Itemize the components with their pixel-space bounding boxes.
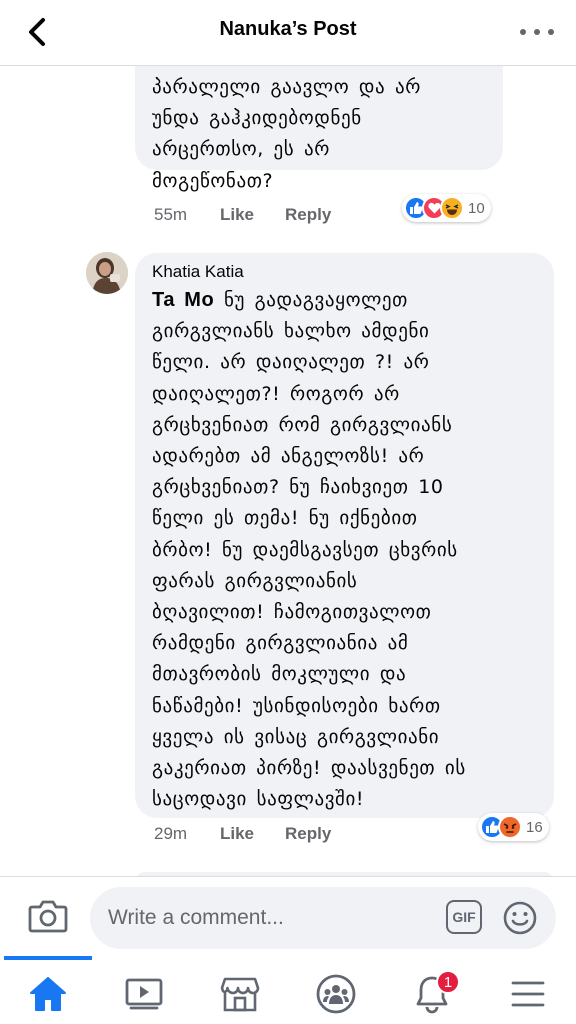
tab-marketplace[interactable]	[192, 966, 288, 1022]
dot-icon	[548, 29, 554, 35]
active-tab-indicator	[4, 956, 92, 960]
dot-icon	[534, 29, 540, 35]
home-icon	[30, 977, 66, 1011]
gif-button[interactable]: GIF	[446, 900, 482, 934]
groups-icon	[316, 974, 356, 1014]
tab-watch[interactable]	[96, 966, 192, 1022]
comment-meta: 29m Like Reply	[154, 824, 331, 844]
reaction-count: 10	[468, 199, 485, 217]
comment-text: პარალელი გაავლო და არ უნდა გაჰკიდებოდნენ…	[152, 72, 492, 197]
avatar[interactable]	[86, 252, 128, 294]
comment-line: უნდა გაჰკიდებოდნენ	[152, 107, 362, 130]
comment-time: 55m	[154, 205, 188, 224]
comment-bubble: პარალელი გაავლო და არ უნდა გაჰკიდებოდნენ…	[135, 66, 503, 192]
video-icon	[125, 978, 163, 1010]
comment-line: არცერთსო, ეს არ	[152, 138, 330, 161]
more-options-button[interactable]	[520, 18, 554, 46]
tab-home[interactable]	[0, 966, 96, 1022]
comment-line: ბღავილით! ჩამოგითვალოთ	[152, 601, 432, 624]
comment-input[interactable]: Write a comment... GIF	[90, 887, 556, 949]
comment-line: ადარებთ ამ ანგელოზს! არ	[152, 445, 425, 468]
dot-icon	[520, 29, 526, 35]
comment-line: დაიღალეთ?! როგორ არ	[152, 382, 400, 405]
reply-button[interactable]: Reply	[285, 205, 331, 225]
notification-badge: 1	[436, 970, 460, 994]
comment-line: წელი. არ დაიღალეთ ?! არ	[152, 351, 430, 374]
comment-line: რამდენი გირგვლიანია ამ	[152, 632, 409, 655]
menu-icon	[511, 981, 545, 1007]
reactions-summary[interactable]: 10	[402, 194, 491, 222]
page-title: Nanuka’s Post	[219, 18, 357, 40]
haha-icon	[440, 196, 464, 220]
comment-line: გრცხვენიათ? ნუ ჩაიხვიეთ 10	[152, 476, 444, 499]
comment-time: 29m	[154, 824, 188, 843]
store-icon	[220, 977, 260, 1012]
camera-button[interactable]	[28, 899, 72, 935]
comment-line: გაკერიათ პირზე! დაასვენეთ ის	[152, 757, 466, 780]
comment-placeholder: Write a comment...	[108, 906, 284, 929]
comment-text: Ta Mo ნუ გადაგვაყოლეთ გირგვლიანს ხალხო ა…	[152, 285, 536, 815]
emoji-button[interactable]	[502, 900, 538, 936]
comment-line: ყველა ის ვისაც გირგვლიანი	[152, 725, 440, 748]
comment-line: გირგვლიანს ხალხო ამდენი	[152, 320, 430, 343]
comment-author[interactable]: Khatia Katia	[152, 261, 536, 283]
top-bar: Nanuka’s Post	[0, 0, 576, 66]
tab-groups[interactable]	[288, 966, 384, 1022]
reply-button[interactable]: Reply	[285, 824, 331, 844]
reaction-count: 16	[526, 818, 543, 836]
comment-line: ფარას გირგვლიანის	[152, 569, 358, 592]
bottom-tab-bar: 1	[0, 956, 576, 1024]
smiley-icon	[503, 901, 537, 935]
comment-composer: Write a comment... GIF	[0, 876, 576, 956]
comment-line: ბრბო! ნუ დაემსგავსეთ ცხვრის	[152, 538, 458, 561]
comment-bubble: Khatia Katia Ta Mo ნუ გადაგვაყოლეთ გირგვ…	[135, 253, 554, 818]
comment-line: ნაწამები! უსინდისოები ხართ	[152, 694, 441, 717]
camera-icon	[28, 900, 68, 933]
comment-line-rest: ნუ გადაგვაყოლეთ	[223, 289, 408, 311]
comment-line: Ta Mo ნუ გადაგვაყოლეთ	[152, 285, 536, 316]
angry-icon	[498, 815, 522, 839]
comment-line: მთავრობის მოკლული და	[152, 663, 407, 686]
tab-menu[interactable]	[480, 966, 576, 1022]
like-button[interactable]: Like	[220, 205, 285, 225]
tab-notifications[interactable]: 1	[384, 966, 480, 1022]
like-button[interactable]: Like	[220, 824, 285, 844]
comment-line: გრცხვენიათ რომ გირგვლიანს	[152, 413, 453, 436]
comment-line: წელი ეს თემა! ნუ იქნებით	[152, 507, 418, 530]
reactions-summary[interactable]: 16	[478, 813, 549, 841]
comment-line: მოგეწონათ?	[152, 169, 274, 192]
comment-line: საცოდავი საფლავში!	[152, 788, 365, 811]
comment-meta: 55m Like Reply	[154, 205, 331, 225]
comments-feed[interactable]: პარალელი გაავლო და არ უნდა გაჰკიდებოდნენ…	[0, 66, 576, 876]
comment-line: პარალელი გაავლო და არ	[152, 76, 421, 98]
mention-tag[interactable]: Ta Mo	[152, 289, 214, 311]
